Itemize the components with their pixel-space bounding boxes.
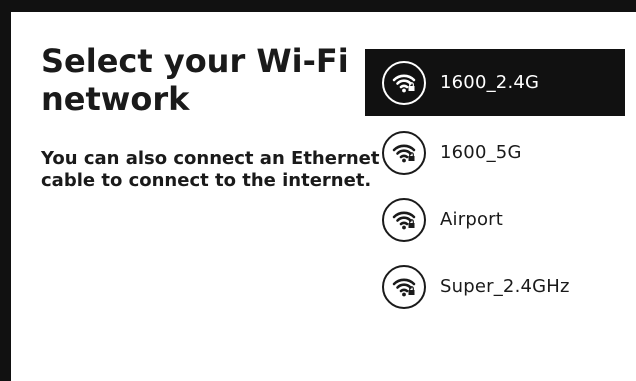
- wifi-lock-icon: [382, 130, 426, 175]
- wifi-lock-icon: [382, 60, 426, 105]
- network-ssid: 1600_2.4G: [440, 72, 540, 93]
- wifi-network-list: 1600_2.4G 1600_5G Airport Super_2.4GHz: [365, 49, 625, 320]
- network-ssid: Super_2.4GHz: [440, 276, 570, 297]
- wifi-lock-icon: [382, 197, 426, 242]
- page-subtitle: You can also connect an Ethernet cable t…: [41, 148, 380, 191]
- network-ssid: Airport: [440, 209, 504, 230]
- network-item-1600-5g[interactable]: 1600_5G: [365, 119, 625, 186]
- wifi-lock-icon: [382, 264, 426, 309]
- network-item-1600-2-4g[interactable]: 1600_2.4G: [365, 49, 625, 116]
- network-ssid: 1600_5G: [440, 142, 522, 163]
- page-title: Select your Wi-Fi network: [41, 42, 349, 118]
- network-item-super-2-4ghz[interactable]: Super_2.4GHz: [365, 253, 625, 320]
- network-item-airport[interactable]: Airport: [365, 186, 625, 253]
